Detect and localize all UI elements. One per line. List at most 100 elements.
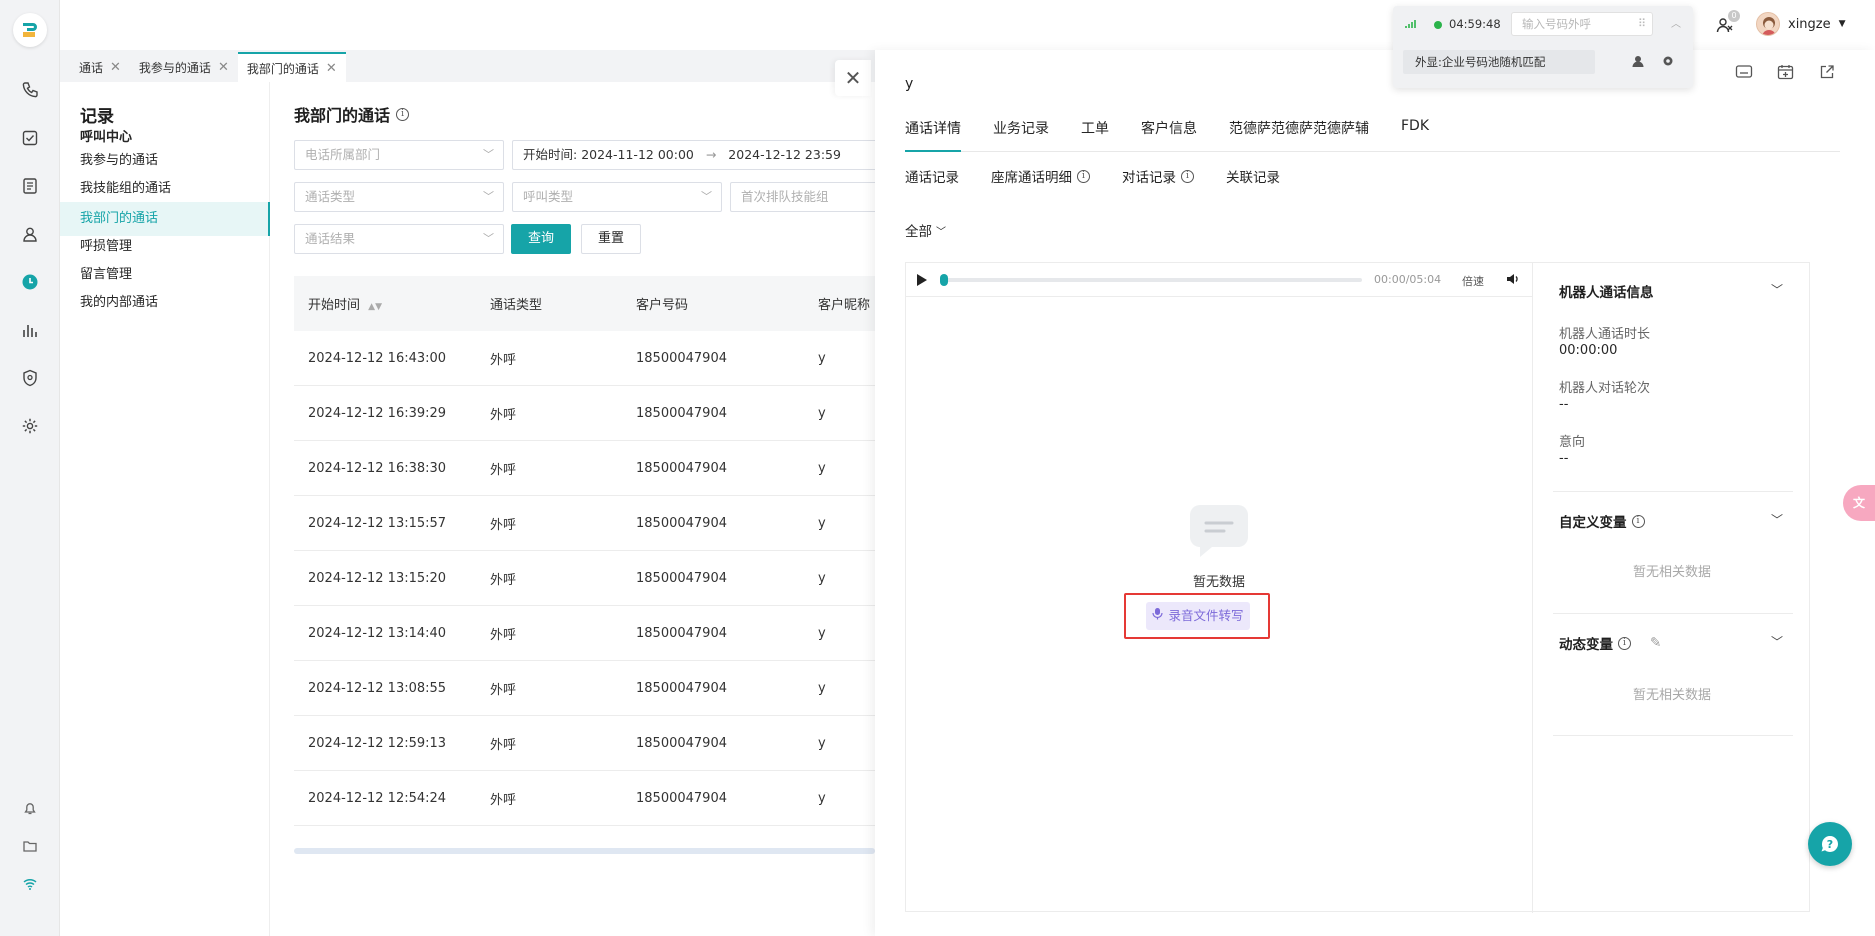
phone-icon[interactable]	[18, 78, 42, 102]
tab-calls[interactable]: 通话 ✕	[70, 52, 130, 82]
document-icon[interactable]	[18, 174, 42, 198]
task-check-icon[interactable]	[18, 126, 42, 150]
softphone-widget: 04:59:48 输入号码外呼 ⠿ ︿ 外显:企业号码池随机匹配	[1393, 6, 1693, 88]
dial-number-input[interactable]: 输入号码外呼 ⠿	[1511, 12, 1653, 36]
table-row[interactable]: 2024-12-12 16:39:29 外呼 18500047904 y	[294, 386, 875, 441]
dial-type-placeholder: 呼叫类型	[523, 189, 574, 204]
translate-icon[interactable]: 文	[1843, 485, 1875, 521]
calendar-add-icon[interactable]	[1777, 64, 1795, 84]
open-external-icon[interactable]	[1819, 64, 1835, 84]
sidebar-item-skill-calls[interactable]: 我技能组的通话	[60, 172, 270, 206]
table-row[interactable]: 2024-12-12 13:15:20 外呼 18500047904 y	[294, 551, 875, 606]
bar-chart-icon[interactable]	[18, 318, 42, 342]
main-content: 我部门的通话 i 电话所属部门 ﹀ 开始时间: 2024-11-12 00:00…	[270, 82, 875, 936]
table-row[interactable]: 2024-12-12 16:43:00 外呼 18500047904 y	[294, 331, 875, 386]
table-row[interactable]: 2024-12-12 13:15:57 外呼 18500047904 y	[294, 496, 875, 551]
col-call-type: 通话类型	[490, 298, 543, 313]
team-icon[interactable]: 0	[1716, 10, 1740, 38]
edit-pencil-icon[interactable]: ✎	[1650, 635, 1661, 651]
table-row[interactable]: 2024-12-12 12:59:13 外呼 18500047904 y	[294, 716, 875, 771]
agent-icon[interactable]	[1631, 54, 1645, 72]
playback-speed-button[interactable]: 倍速	[1462, 273, 1484, 289]
play-icon[interactable]	[916, 273, 928, 291]
tab-dept-calls[interactable]: 我部门的通话 ✕	[237, 52, 346, 82]
tab-work-order[interactable]: 工单	[1081, 118, 1109, 152]
transcribe-button[interactable]: 录音文件转写	[1146, 602, 1250, 630]
reset-button[interactable]: 重置	[581, 224, 641, 254]
call-result-select[interactable]: 通话结果 ﹀	[294, 224, 504, 254]
caret-down-icon: ▼	[1838, 19, 1846, 29]
dept-select[interactable]: 电话所属部门 ﹀	[294, 140, 504, 170]
query-button[interactable]: 查询	[511, 224, 571, 254]
gear-icon[interactable]	[18, 414, 42, 438]
tab-fdk[interactable]: FDK	[1401, 118, 1429, 152]
audio-progress-handle[interactable]	[940, 274, 948, 286]
subtab-dialog-records[interactable]: 对话记录 i	[1122, 166, 1194, 186]
call-type-select[interactable]: 通话类型 ﹀	[294, 182, 504, 212]
app-logo[interactable]	[13, 13, 47, 47]
row-start-time: 2024-12-12 13:08:55	[308, 680, 447, 696]
row-customer-phone: 18500047904	[636, 350, 727, 366]
chevron-down-icon[interactable]: ﹀	[1771, 281, 1783, 298]
dial-type-select[interactable]: 呼叫类型 ﹀	[512, 182, 722, 212]
info-icon[interactable]: i	[1077, 169, 1090, 183]
table-row[interactable]: 2024-12-12 13:08:55 外呼 18500047904 y	[294, 661, 875, 716]
custom-vars-empty: 暂无相关数据	[1632, 565, 1711, 580]
help-chat-button[interactable]: ?	[1808, 822, 1852, 866]
table-row[interactable]: 2024-12-12 16:38:30 外呼 18500047904 y	[294, 441, 875, 496]
caller-id-display[interactable]: 外显:企业号码池随机匹配	[1403, 50, 1595, 74]
table-row[interactable]: 2024-12-12 13:14:40 外呼 18500047904 y	[294, 606, 875, 661]
username: xingze	[1788, 16, 1831, 32]
chevron-down-icon[interactable]: ﹀	[1771, 633, 1783, 650]
row-call-type: 外呼	[490, 462, 517, 478]
dialpad-icon[interactable]: ⠿	[1638, 13, 1646, 35]
sidebar-title: 记录	[80, 107, 114, 127]
close-icon[interactable]: ✕	[218, 60, 229, 75]
bell-icon[interactable]	[18, 796, 42, 820]
speaker-filter-dropdown[interactable]: 全部 ﹀	[905, 220, 946, 240]
detail-subtabs: 通话记录 座席通话明细 i 对话记录 i 关联记录	[905, 166, 1280, 186]
info-icon[interactable]: i	[1631, 514, 1645, 528]
row-customer-nick: y	[818, 790, 826, 806]
tab-business-records[interactable]: 业务记录	[993, 118, 1049, 152]
robot-title-text: 机器人通话信息	[1559, 285, 1654, 301]
user-menu[interactable]: xingze ▼	[1756, 12, 1846, 36]
date-range-picker[interactable]: 开始时间: 2024-11-12 00:00 → 2024-12-12 23:5…	[512, 140, 875, 170]
message-icon[interactable]	[1735, 64, 1753, 84]
sidebar-item-internal-calls[interactable]: 我的内部通话	[60, 286, 270, 320]
col-start-time[interactable]: 开始时间 ▲▼	[294, 294, 476, 313]
subtab-related-records[interactable]: 关联记录	[1226, 166, 1280, 186]
gear-icon[interactable]	[1661, 54, 1675, 72]
date-label: 开始时间:	[523, 147, 578, 162]
chevron-down-icon[interactable]: ﹀	[1771, 511, 1783, 528]
folder-icon[interactable]	[18, 834, 42, 858]
tab-customer-info[interactable]: 客户信息	[1141, 118, 1197, 152]
row-customer-nick: y	[818, 625, 826, 641]
help-chat-icon: ?	[1821, 835, 1838, 852]
tab-my-calls[interactable]: 我参与的通话 ✕	[130, 52, 238, 82]
skill-group-select[interactable]: 首次排队技能组	[730, 182, 875, 212]
info-icon[interactable]: i	[396, 107, 410, 121]
close-icon[interactable]: ✕	[326, 61, 337, 76]
sort-icon[interactable]: ▲▼	[368, 302, 382, 312]
subtab-agent-detail[interactable]: 座席通话明细 i	[991, 166, 1090, 186]
table-row[interactable]: 2024-12-12 12:54:24 外呼 18500047904 y	[294, 771, 875, 826]
info-icon[interactable]: i	[1181, 169, 1194, 183]
tab-call-detail[interactable]: 通话详情	[905, 118, 961, 152]
volume-icon[interactable]	[1506, 272, 1520, 290]
info-icon[interactable]: i	[1618, 636, 1631, 650]
subtab-call-records[interactable]: 通话记录	[905, 166, 959, 186]
drawer-close-button[interactable]: ✕	[835, 60, 871, 96]
row-customer-phone: 18500047904	[636, 515, 727, 531]
records-clock-icon[interactable]	[18, 270, 42, 294]
shield-icon[interactable]	[18, 366, 42, 390]
robot-duration-label: 机器人通话时长	[1559, 327, 1651, 342]
close-icon[interactable]: ✕	[110, 60, 121, 75]
robot-turns-value: --	[1559, 397, 1569, 412]
audio-progress-track[interactable]	[940, 274, 1362, 286]
chevron-up-icon[interactable]: ︿	[1671, 15, 1681, 30]
contacts-icon[interactable]	[18, 222, 42, 246]
horizontal-scrollbar[interactable]	[294, 848, 875, 854]
tab-custom[interactable]: 范德萨范德萨范德萨辅	[1229, 118, 1369, 152]
row-start-time: 2024-12-12 13:15:57	[308, 515, 447, 531]
